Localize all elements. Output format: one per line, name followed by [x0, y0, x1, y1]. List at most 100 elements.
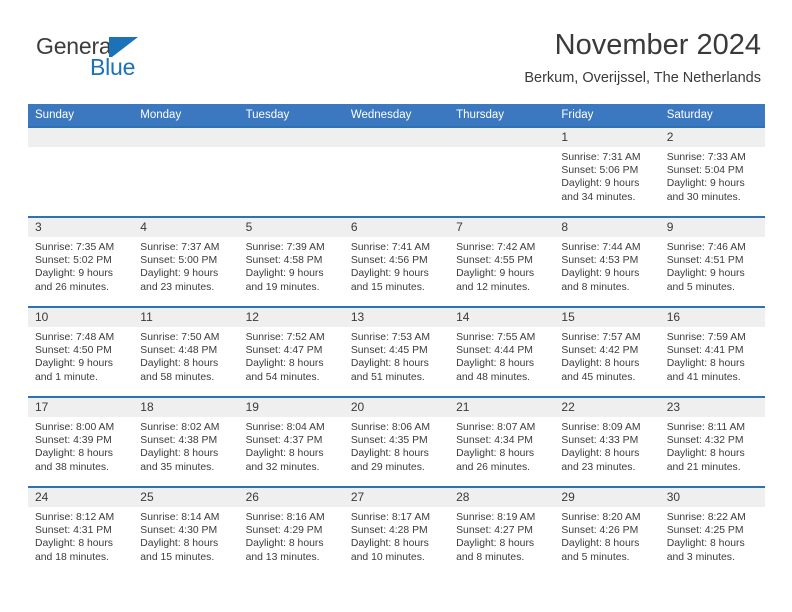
- day-details: Sunrise: 8:19 AM Sunset: 4:27 PM Daylight:…: [449, 507, 554, 564]
- calendar-day-cell[interactable]: 2 Sunrise: 7:33 AM Sunset: 5:04 PM Daylight…: [659, 126, 765, 216]
- day-number: 11: [140, 310, 153, 324]
- day-detail-line: and 41 minutes.: [666, 371, 741, 383]
- calendar-day-cell[interactable]: 26 Sunrise: 8:16 AM Sunset: 4:29 PM Dayligh…: [238, 486, 344, 576]
- calendar-day-cell[interactable]: 15 Sunrise: 7:57 AM Sunset: 4:42 PM Dayligh…: [554, 306, 660, 396]
- calendar-day-cell[interactable]: 28 Sunrise: 8:19 AM Sunset: 4:27 PM Dayligh…: [449, 486, 555, 576]
- calendar-day-cell[interactable]: 6 Sunrise: 7:41 AM Sunset: 4:56 PM Daylight…: [343, 216, 450, 306]
- day-detail-line: Sunrise: 8:12 AM: [35, 512, 115, 523]
- calendar-day-cell[interactable]: 5 Sunrise: 7:39 AM Sunset: 4:58 PM Daylight…: [238, 216, 344, 306]
- day-detail-line: Sunset: 4:29 PM: [245, 525, 323, 537]
- day-details: Sunrise: 7:39 AM Sunset: 4:58 PM Daylight:…: [239, 237, 344, 294]
- day-number-band: [28, 128, 134, 147]
- day-detail-line: Daylight: 8 hours: [140, 358, 219, 370]
- calendar-day-cell[interactable]: 16 Sunrise: 7:59 AM Sunset: 4:41 PM Dayligh…: [659, 306, 765, 396]
- day-number-band: 2: [659, 128, 765, 147]
- day-details: Sunrise: 8:20 AM Sunset: 4:26 PM Daylight:…: [554, 507, 659, 564]
- calendar-day-cell[interactable]: 25 Sunrise: 8:14 AM Sunset: 4:30 PM Dayligh…: [133, 486, 239, 576]
- day-number-band: 5: [238, 218, 344, 237]
- day-number: 21: [456, 400, 470, 414]
- brand-name-blue: Blue: [90, 54, 136, 80]
- day-number-band: 30: [659, 488, 765, 507]
- day-number-band: 14: [449, 308, 555, 327]
- day-detail-line: and 29 minutes.: [350, 461, 425, 473]
- day-detail-line: Daylight: 9 hours: [35, 358, 113, 370]
- day-details: Sunrise: 8:17 AM Sunset: 4:28 PM Daylight:…: [344, 507, 449, 564]
- day-detail-line: and 3 minutes.: [666, 551, 735, 563]
- calendar-day-cell[interactable]: 27 Sunrise: 8:17 AM Sunset: 4:28 PM Dayligh…: [343, 486, 450, 576]
- calendar-week-row: 3 Sunrise: 7:35 AM Sunset: 5:02 PM Daylight…: [28, 216, 765, 306]
- brand-logo[interactable]: General Blue: [28, 33, 208, 85]
- day-detail-line: Daylight: 9 hours: [666, 178, 745, 190]
- calendar-day-cell[interactable]: 19 Sunrise: 8:04 AM Sunset: 4:37 PM Dayligh…: [238, 396, 344, 486]
- calendar-day-cell[interactable]: 17 Sunrise: 8:00 AM Sunset: 4:39 PM Dayligh…: [28, 396, 134, 486]
- day-detail-line: Sunset: 4:33 PM: [561, 435, 639, 447]
- day-detail-line: Daylight: 8 hours: [140, 448, 219, 460]
- calendar-day-cell-empty: [449, 126, 555, 216]
- day-details: Sunrise: 7:52 AM Sunset: 4:47 PM Daylight:…: [239, 327, 344, 384]
- day-number-band: 13: [343, 308, 450, 327]
- day-number-band: [133, 128, 239, 147]
- day-number-band: [449, 128, 555, 147]
- calendar-day-cell[interactable]: 30 Sunrise: 8:22 AM Sunset: 4:25 PM Dayligh…: [659, 486, 765, 576]
- day-detail-line: and 8 minutes.: [561, 281, 630, 293]
- calendar-day-cell[interactable]: 1 Sunrise: 7:31 AM Sunset: 5:06 PM Daylight…: [554, 126, 660, 216]
- day-number-band: 17: [28, 398, 134, 417]
- calendar-day-cell[interactable]: 14 Sunrise: 7:55 AM Sunset: 4:44 PM Dayligh…: [449, 306, 555, 396]
- calendar-day-cell[interactable]: 4 Sunrise: 7:37 AM Sunset: 5:00 PM Daylight…: [133, 216, 239, 306]
- calendar-day-cell[interactable]: 21 Sunrise: 8:07 AM Sunset: 4:34 PM Dayligh…: [449, 396, 555, 486]
- day-detail-line: Sunset: 4:39 PM: [35, 435, 112, 447]
- calendar-day-cell[interactable]: 18 Sunrise: 8:02 AM Sunset: 4:38 PM Dayligh…: [133, 396, 239, 486]
- day-details: Sunrise: 8:14 AM Sunset: 4:30 PM Daylight:…: [133, 507, 238, 564]
- day-detail-line: Daylight: 9 hours: [561, 268, 640, 280]
- calendar-week-row: 17 Sunrise: 8:00 AM Sunset: 4:39 PM Dayligh…: [28, 396, 765, 486]
- calendar-day-cell[interactable]: 12 Sunrise: 7:52 AM Sunset: 4:47 PM Dayligh…: [238, 306, 344, 396]
- day-details: Sunrise: 7:46 AM Sunset: 4:51 PM Daylight:…: [660, 237, 765, 294]
- day-detail-line: Sunset: 4:27 PM: [456, 525, 533, 537]
- day-detail-line: Sunset: 4:50 PM: [35, 345, 112, 357]
- day-detail-line: Sunrise: 7:59 AM: [666, 332, 746, 343]
- day-detail-line: and 10 minutes.: [350, 551, 425, 563]
- day-details: Sunrise: 7:59 AM Sunset: 4:41 PM Daylight:…: [660, 327, 765, 384]
- page-subtitle: Berkum, Overijssel, The Netherlands: [524, 70, 761, 86]
- calendar-day-cell[interactable]: 20 Sunrise: 8:06 AM Sunset: 4:35 PM Dayligh…: [343, 396, 450, 486]
- day-number: 24: [35, 490, 49, 504]
- day-detail-line: Daylight: 8 hours: [666, 358, 745, 370]
- calendar-day-cell[interactable]: 8 Sunrise: 7:44 AM Sunset: 4:53 PM Daylight…: [554, 216, 660, 306]
- calendar-day-cell[interactable]: 9 Sunrise: 7:46 AM Sunset: 4:51 PM Daylight…: [659, 216, 765, 306]
- day-detail-line: and 58 minutes.: [140, 371, 215, 383]
- day-detail-line: Sunrise: 8:07 AM: [456, 422, 536, 433]
- day-detail-line: Sunrise: 7:42 AM: [456, 242, 536, 253]
- day-number-band: 6: [343, 218, 450, 237]
- day-number: 15: [561, 310, 575, 324]
- day-number-band: 3: [28, 218, 134, 237]
- calendar-day-cell[interactable]: 7 Sunrise: 7:42 AM Sunset: 4:55 PM Daylight…: [449, 216, 555, 306]
- day-number: 25: [140, 490, 154, 504]
- day-number-band: 20: [343, 398, 450, 417]
- page-title: November 2024: [554, 29, 761, 61]
- calendar-day-cell-empty: [343, 126, 450, 216]
- day-detail-line: Daylight: 8 hours: [35, 448, 113, 460]
- calendar-day-cell[interactable]: 10 Sunrise: 7:48 AM Sunset: 4:50 PM Dayligh…: [28, 306, 134, 396]
- day-detail-line: Sunset: 5:04 PM: [666, 165, 744, 177]
- day-number-band: 15: [554, 308, 660, 327]
- day-detail-line: Daylight: 9 hours: [35, 268, 113, 280]
- day-number: 6: [350, 220, 358, 234]
- day-detail-line: Daylight: 8 hours: [561, 358, 640, 370]
- day-details: Sunrise: 7:37 AM Sunset: 5:00 PM Daylight:…: [133, 237, 238, 294]
- calendar-day-cell[interactable]: 11 Sunrise: 7:50 AM Sunset: 4:48 PM Dayligh…: [133, 306, 239, 396]
- day-number-band: 24: [28, 488, 134, 507]
- day-number: 28: [456, 490, 470, 504]
- day-detail-line: and 15 minutes.: [350, 281, 425, 293]
- calendar-day-cell[interactable]: 3 Sunrise: 7:35 AM Sunset: 5:02 PM Daylight…: [28, 216, 134, 306]
- day-detail-line: and 13 minutes.: [245, 551, 320, 563]
- calendar-day-cell[interactable]: 13 Sunrise: 7:53 AM Sunset: 4:45 PM Dayligh…: [343, 306, 450, 396]
- day-number-band: 1: [554, 128, 660, 147]
- calendar-day-cell[interactable]: 22 Sunrise: 8:09 AM Sunset: 4:33 PM Dayligh…: [554, 396, 660, 486]
- calendar-day-cell[interactable]: 24 Sunrise: 8:12 AM Sunset: 4:31 PM Dayligh…: [28, 486, 134, 576]
- day-detail-line: Daylight: 8 hours: [245, 538, 324, 550]
- day-detail-line: Sunset: 4:32 PM: [666, 435, 744, 447]
- day-detail-line: Sunrise: 8:11 AM: [666, 422, 746, 433]
- calendar-day-cell[interactable]: 29 Sunrise: 8:20 AM Sunset: 4:26 PM Dayligh…: [554, 486, 660, 576]
- calendar-day-cell[interactable]: 23 Sunrise: 8:11 AM Sunset: 4:32 PM Dayligh…: [659, 396, 765, 486]
- day-details: Sunrise: 8:06 AM Sunset: 4:35 PM Daylight:…: [344, 417, 449, 474]
